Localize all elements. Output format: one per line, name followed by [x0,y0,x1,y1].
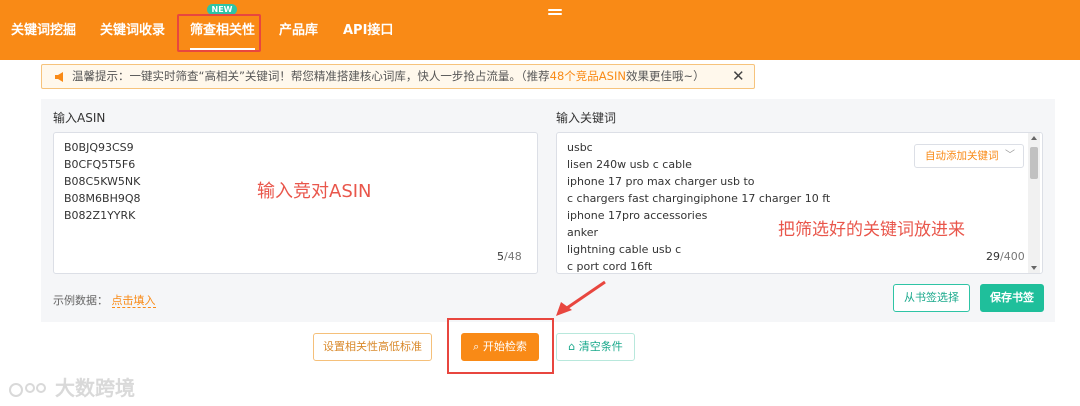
auto-add-keyword-select[interactable]: 自动添加关键词 ﹀ [914,144,1024,168]
scroll-thumb[interactable] [1030,147,1038,179]
keyword-label: 输入关键词 [556,111,617,125]
asin-annotation: 输入竞对ASIN [257,181,372,202]
textarea-line: B08M6BH9Q8 [64,192,141,205]
top-nav-bar: 关键词挖掘 关键词收录 NEW 筛查相关性 产品库 API接口 [0,0,1080,60]
keyword-scrollbar[interactable] [1028,133,1040,273]
tip-text: 温馨提示：一键实时筛查“高相关”关键词！帮您精准搭建核心词库，快人一步抢占流量。… [72,69,705,83]
search-highlight-box [447,318,554,374]
textarea-line: usbc [567,141,593,154]
watermark: 大数跨境 [8,372,135,402]
textarea-line: lisen 240w usb c cable [567,158,692,171]
asin-count: 5/48 [497,250,522,263]
textarea-line: c chargers fast chargingiphone 17 charge… [567,192,831,205]
input-panel: 输入ASIN B0BJQ93CS9 B0CFQ5T5F6 B08C5KW5NK B08… [41,99,1055,322]
textarea-line: iphone 17 pro max charger usb to [567,175,755,188]
arrow-annotation-icon [556,280,606,316]
close-icon[interactable]: ✕ [732,65,745,88]
menu-handle-icon[interactable] [548,9,562,19]
asin-textarea[interactable]: B0BJQ93CS9 B0CFQ5T5F6 B08C5KW5NK B08M6BH9Q8… [53,132,538,274]
tip-highlight: 48个竞品ASIN [549,69,626,83]
textarea-line: c port cord 16ft [567,260,653,273]
keyword-count: 29/400 [986,250,1025,263]
nav-highlight-box [177,14,261,52]
nav-api[interactable]: API接口 [343,20,393,42]
asin-lines: B0BJQ93CS9 B0CFQ5T5F6 B08C5KW5NK B08M6BH9Q8… [64,139,141,224]
textarea-line: B08C5KW5NK [64,175,141,188]
megaphone-icon [55,72,63,82]
textarea-line: B0BJQ93CS9 [64,141,134,154]
clear-conditions-button[interactable]: ⌂ 清空条件 [556,333,635,361]
nav-keyword-mining[interactable]: 关键词挖掘 [11,20,76,42]
textarea-line: B0CFQ5T5F6 [64,158,136,171]
asin-label: 输入ASIN [53,111,106,125]
select-bookmark-button[interactable]: 从书签选择 [893,284,970,312]
textarea-line: lightning cable usb c [567,243,682,256]
keyword-annotation: 把筛选好的关键词放进来 [778,220,965,240]
save-bookmark-button[interactable]: 保存书签 [980,284,1044,312]
chevron-down-icon: ﹀ [1005,150,1015,161]
scroll-down-icon[interactable] [1031,266,1037,270]
watermark-logo-icon [9,382,46,397]
textarea-line: B082Z1YYRK [64,209,136,222]
scroll-up-icon[interactable] [1031,136,1037,140]
nav-product-library[interactable]: 产品库 [279,20,318,42]
fill-example-link[interactable]: 点击填入 [111,294,156,308]
keyword-textarea[interactable]: usbc lisen 240w usb c cable iphone 17 pro … [556,132,1043,274]
tip-notice: 温馨提示：一键实时筛查“高相关”关键词！帮您精准搭建核心词库，快人一步抢占流量。… [41,64,755,89]
keyword-lines: usbc lisen 240w usb c cable iphone 17 pro … [567,139,830,275]
trash-icon: ⌂ [568,340,579,353]
example-data: 示例数据： 点击填入 [53,294,156,308]
set-relevance-threshold-button[interactable]: 设置相关性高低标准 [313,333,432,361]
nav-keyword-index[interactable]: 关键词收录 [100,20,165,42]
